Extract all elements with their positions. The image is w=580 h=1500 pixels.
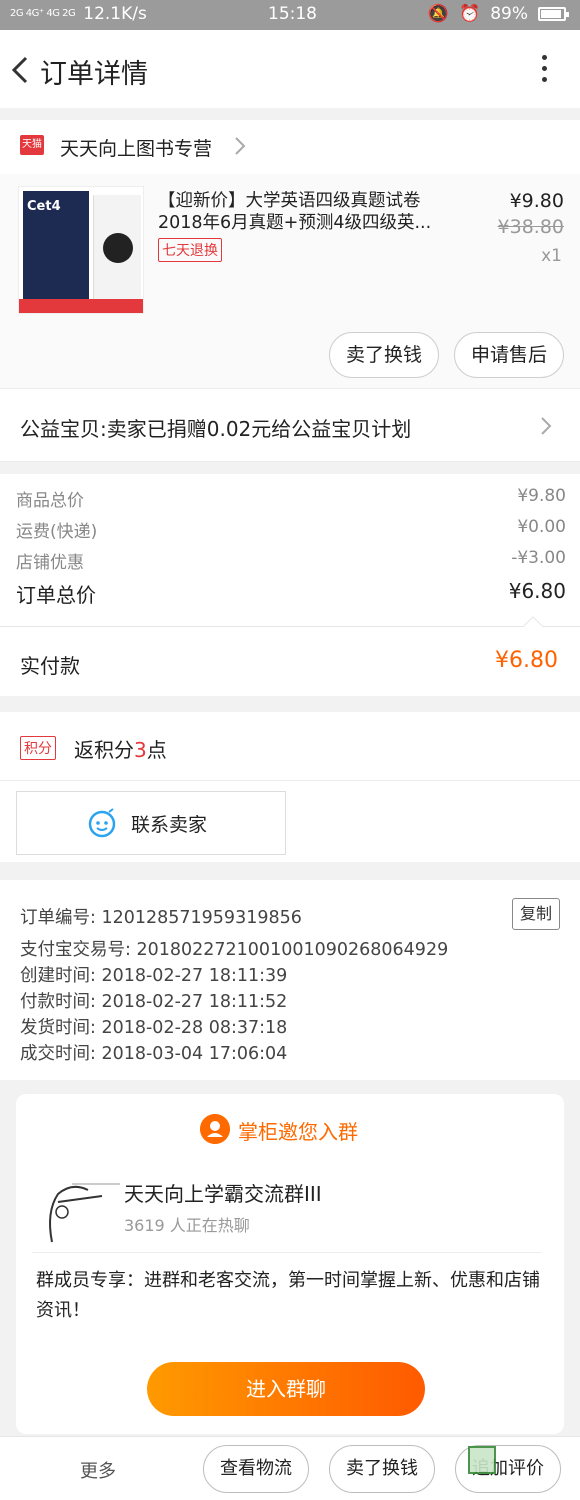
charity-row[interactable]: 公益宝贝:卖家已捐赠0.02元给公益宝贝计划	[0, 388, 580, 462]
discount-label: 店铺优惠	[16, 553, 84, 573]
contact-seller-label: 联系卖家	[131, 814, 208, 836]
order-info: 订单编号: 1201285719593198​56 支付宝交易号: 201802…	[0, 880, 580, 1080]
charity-text: 公益宝贝:卖家已捐赠0.02元给公益宝贝计划	[20, 417, 412, 441]
shop-row[interactable]: 天猫 天天向上图书专营	[0, 120, 580, 174]
join-group-button[interactable]: 进入群聊	[147, 1362, 425, 1416]
resell-button-bottom[interactable]: 卖了换钱	[329, 1445, 435, 1493]
clock: 15:18	[268, 4, 317, 24]
shop-name[interactable]: 天天向上图书专营	[60, 134, 212, 161]
copy-button[interactable]: 复制	[512, 898, 560, 930]
chevron-right-icon	[235, 137, 246, 155]
order-total-value: ¥6.80	[508, 579, 566, 603]
back-arrow-icon[interactable]	[6, 52, 36, 88]
after-sale-button[interactable]: 申请售后	[454, 332, 564, 378]
contact-section: 联系卖家	[0, 780, 580, 862]
product-price: ¥9.80	[509, 190, 564, 212]
order-number: 订单编号: 1201285719593198​56	[20, 908, 302, 928]
watermark-logo	[468, 1446, 496, 1474]
alipay-trade-number: 支付宝交易号: 2018022721001001090268064929	[20, 940, 449, 960]
network-speed: 12.1K/s	[83, 4, 147, 24]
tmall-icon: 天猫	[20, 135, 44, 155]
page-title: 订单详情	[40, 59, 148, 90]
alarm-icon: ⏰	[459, 4, 481, 24]
return-policy-badge: 七天退换	[158, 238, 222, 262]
paid-label: 实付款	[20, 654, 80, 678]
points-row: 积分 返积分3点	[0, 712, 580, 780]
battery-level	[541, 10, 561, 18]
mute-icon: 🔕	[427, 4, 450, 24]
points-text: 返积分3点	[74, 738, 167, 762]
product-quantity: x1	[541, 246, 562, 266]
price-summary: 商品总价 ¥9.80 运费(快递) ¥0.00 店铺优惠 -¥3.00 订单总价…	[0, 474, 580, 696]
product-original-price: ¥38.80	[497, 216, 564, 238]
signal-indicator: 2G 4G⁺ 4G 2G	[10, 8, 76, 19]
chevron-right-icon	[541, 417, 552, 435]
shipping-value: ¥0.00	[517, 517, 566, 537]
points-number: 3	[134, 738, 147, 762]
group-invite-card: 掌柜邀您入群 天天向上学霸交流群III 3619 人正在热聊 群成员专享：进群和…	[16, 1094, 564, 1434]
shipping-label: 运费(快递)	[16, 522, 98, 542]
group-name[interactable]: 天天向上学霸交流群III	[124, 1178, 322, 1207]
goods-total-value: ¥9.80	[517, 486, 566, 506]
created-time: 创建时间: 2018-02-27 18:11:39	[20, 966, 288, 986]
battery-icon	[538, 7, 569, 21]
order-total-label: 订单总价	[16, 583, 96, 607]
group-description: 群成员专享：进群和老客交流，第一时间掌握上新、优惠和店铺资讯！	[36, 1270, 540, 1321]
goods-total-label: 商品总价	[16, 491, 84, 511]
discount-value: -¥3.00	[511, 548, 566, 568]
battery-percent: 89%	[490, 4, 528, 24]
contact-seller-button[interactable]: 联系卖家	[16, 791, 286, 855]
paid-value: ¥6.80	[495, 648, 558, 673]
group-member-count: 3619 人正在热聊	[124, 1216, 250, 1235]
resell-button[interactable]: 卖了换钱	[329, 332, 439, 378]
view-logistics-button[interactable]: 查看物流	[203, 1445, 309, 1493]
group-avatar	[49, 1183, 120, 1243]
product-item[interactable]: Cet4 【迎新价】大学英语四级真题试卷2018年6月真题+预测4级四级英...…	[0, 174, 580, 388]
product-title[interactable]: 【迎新价】大学英语四级真题试卷2018年6月真题+预测4级四级英...	[158, 190, 458, 234]
more-menu-icon[interactable]	[538, 52, 550, 88]
points-badge: 积分	[20, 736, 56, 760]
product-image[interactable]: Cet4	[18, 186, 144, 314]
status-bar: 2G 4G⁺ 4G 2G 12.1K/s 15:18 🔕 ⏰ 89%	[0, 0, 580, 30]
more-button[interactable]: 更多	[80, 1457, 116, 1483]
paid-time: 付款时间: 2018-02-27 18:11:52	[20, 992, 288, 1012]
shipped-time: 发货时间: 2018-02-28 08:37:18	[20, 1018, 288, 1038]
group-invite-title: 掌柜邀您入群	[238, 1120, 358, 1144]
nav-bar: 订单详情	[0, 30, 580, 108]
chat-face-icon	[88, 808, 116, 838]
completed-time: 成交时间: 2018-03-04 17:06:04	[20, 1044, 288, 1064]
shopkeeper-icon	[200, 1114, 230, 1144]
product-cover-text: Cet4	[27, 199, 61, 214]
